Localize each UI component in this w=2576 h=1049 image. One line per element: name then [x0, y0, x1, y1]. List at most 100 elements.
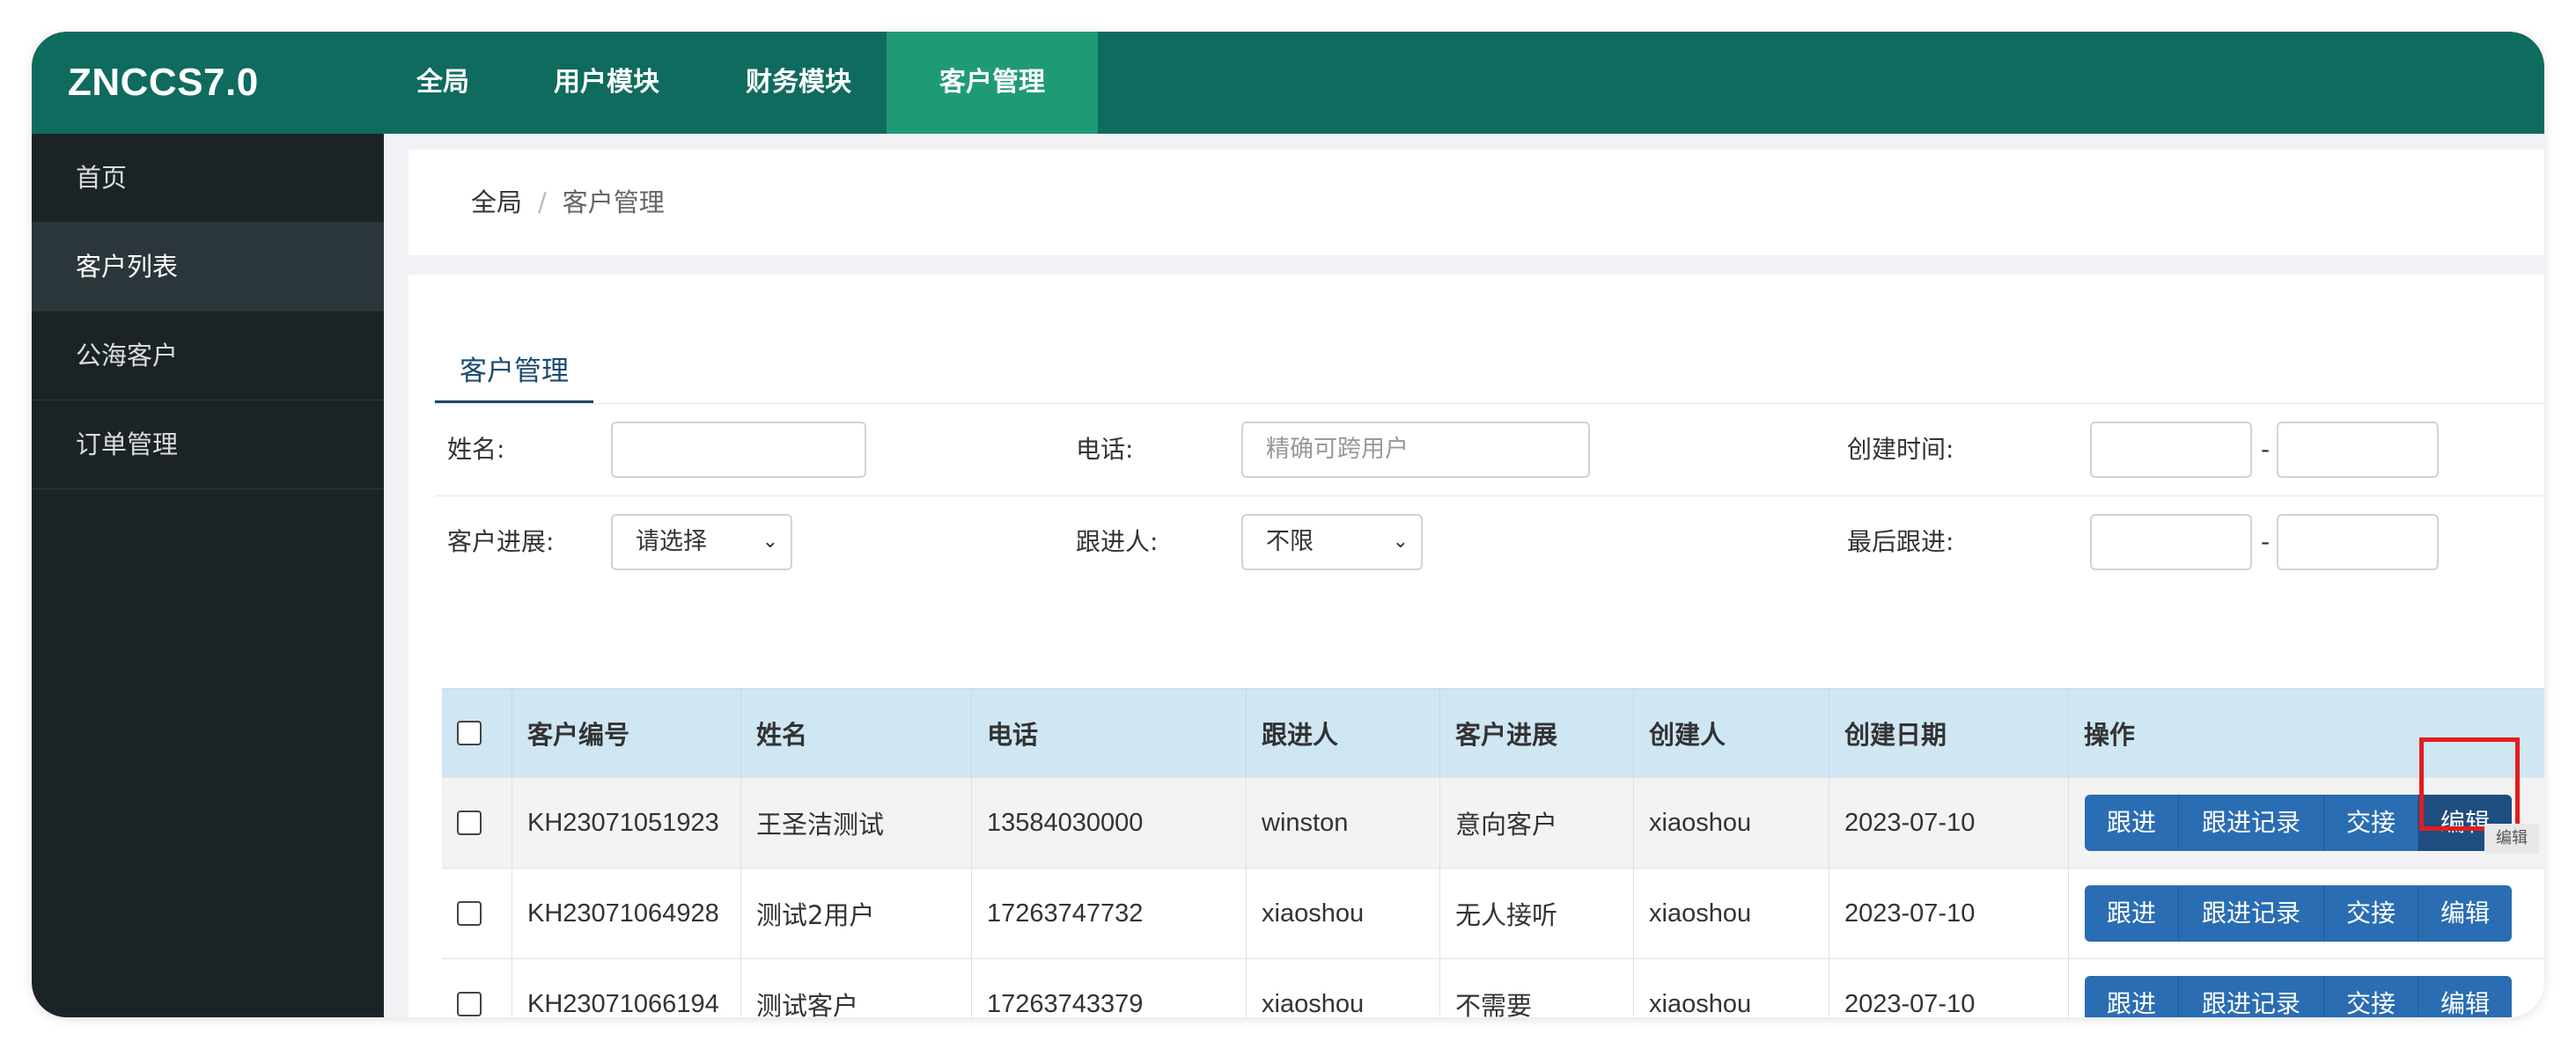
progress-label: 客户进展: — [447, 527, 555, 556]
topnav-user-module[interactable]: 用户模块 — [503, 32, 710, 134]
main-panel: 客户管理 姓名: 电话: 精确可跨用户 创建时间: - 客户进展: 请选择 ⌄ … — [408, 275, 2544, 1017]
app-window: ZNCCS7.0 全局 用户模块 财务模块 客户管理 首页 客户列表 公海客户 … — [32, 32, 2544, 1017]
cell-creator: xiaoshou — [1634, 778, 1829, 868]
cell-created-date: 2023-07-10 — [1829, 778, 2069, 868]
filter-row-1: 姓名: 电话: 精确可跨用户 创建时间: - — [435, 404, 2544, 496]
follow-up-button[interactable]: 跟进 — [2085, 976, 2179, 1017]
top-nav: 全局 用户模块 财务模块 客户管理 — [383, 32, 1098, 134]
edit-tooltip: 编辑 — [2484, 824, 2539, 854]
topnav-finance-module[interactable]: 财务模块 — [710, 32, 887, 134]
progress-select[interactable]: 请选择 ⌄ — [611, 514, 792, 570]
follower-select[interactable]: 不限 ⌄ — [1241, 514, 1423, 570]
table-row: KH23071051923 王圣洁测试 13584030000 winston … — [442, 778, 2544, 869]
cell-name: 王圣洁测试 — [741, 778, 972, 868]
handover-button[interactable]: 交接 — [2324, 885, 2418, 942]
cell-progress: 意向客户 — [1440, 778, 1634, 868]
handover-button[interactable]: 交接 — [2324, 795, 2418, 851]
cell-follower: winston — [1247, 778, 1440, 868]
header-phone: 电话 — [972, 689, 1247, 777]
created-end-input[interactable] — [2277, 422, 2439, 478]
top-header: ZNCCS7.0 全局 用户模块 财务模块 客户管理 — [32, 32, 2544, 134]
tab-customer-management[interactable]: 客户管理 — [435, 354, 593, 403]
header-name: 姓名 — [741, 689, 972, 777]
cell-customer-id: KH23071051923 — [512, 778, 741, 868]
action-button-group: 跟进 跟进记录 交接 编辑 — [2085, 976, 2512, 1017]
breadcrumb: 全局 / 客户管理 — [471, 150, 665, 255]
topnav-global[interactable]: 全局 — [383, 32, 503, 134]
edit-highlight-box — [2419, 737, 2520, 831]
follow-records-button[interactable]: 跟进记录 — [2179, 976, 2324, 1017]
follow-records-button[interactable]: 跟进记录 — [2179, 795, 2324, 851]
cell-actions: 跟进 跟进记录 交接 编辑 — [2069, 959, 2544, 1017]
cell-customer-id: KH23071066194 — [512, 959, 741, 1017]
filter-row-2: 客户进展: 请选择 ⌄ 跟进人: 不限 ⌄ 最后跟进: - — [435, 496, 2544, 588]
name-input[interactable] — [611, 422, 866, 478]
cell-phone: 13584030000 — [972, 778, 1247, 868]
action-button-group: 跟进 跟进记录 交接 编辑 — [2085, 885, 2512, 942]
topnav-customer-management[interactable]: 客户管理 — [887, 32, 1098, 134]
brand-logo: ZNCCS7.0 — [68, 61, 259, 104]
last-follow-start-input[interactable] — [2090, 514, 2252, 570]
last-follow-range-dash: - — [2261, 527, 2271, 556]
follow-records-button[interactable]: 跟进记录 — [2179, 885, 2324, 942]
cell-creator: xiaoshou — [1634, 959, 1829, 1017]
sidebar-item-public-customers[interactable]: 公海客户 — [32, 312, 384, 400]
created-time-label: 创建时间: — [1847, 435, 1954, 464]
phone-label: 电话: — [1076, 435, 1134, 464]
created-range-dash: - — [2261, 435, 2271, 464]
cell-follower: xiaoshou — [1247, 959, 1440, 1017]
breadcrumb-current: 客户管理 — [562, 187, 665, 217]
cell-phone: 17263743379 — [972, 959, 1247, 1017]
row-select-cell — [442, 869, 512, 958]
tab-bar: 客户管理 — [435, 354, 2544, 404]
edit-button[interactable]: 编辑 — [2418, 976, 2512, 1017]
follower-select-value: 不限 — [1266, 528, 1314, 555]
table-row: KH23071064928 测试2用户 17263747732 xiaoshou… — [442, 869, 2544, 959]
row-select-cell — [442, 959, 512, 1017]
header-progress: 客户进展 — [1440, 689, 1634, 777]
header-created-date: 创建日期 — [1829, 689, 2069, 777]
row-checkbox[interactable] — [457, 901, 482, 926]
follower-label: 跟进人: — [1076, 527, 1159, 556]
row-select-cell — [442, 778, 512, 868]
cell-name: 测试客户 — [741, 959, 972, 1017]
cell-name: 测试2用户 — [741, 869, 972, 958]
table-row: KH23071066194 测试客户 17263743379 xiaoshou … — [442, 959, 2544, 1017]
edit-button[interactable]: 编辑 — [2418, 885, 2512, 942]
chevron-down-icon: ⌄ — [1392, 531, 1409, 553]
chevron-down-icon: ⌄ — [762, 531, 778, 553]
cell-actions: 跟进 跟进记录 交接 编辑 — [2069, 869, 2544, 958]
cell-created-date: 2023-07-10 — [1829, 869, 2069, 958]
breadcrumb-separator: / — [538, 187, 547, 217]
follow-up-button[interactable]: 跟进 — [2085, 885, 2179, 942]
follow-up-button[interactable]: 跟进 — [2085, 795, 2179, 851]
cell-follower: xiaoshou — [1247, 869, 1440, 958]
row-checkbox[interactable] — [457, 992, 482, 1016]
row-checkbox[interactable] — [457, 811, 482, 835]
cell-progress: 无人接听 — [1440, 869, 1634, 958]
table-header-row: 客户编号 姓名 电话 跟进人 客户进展 创建人 创建日期 操作 — [442, 688, 2544, 778]
created-start-input[interactable] — [2090, 422, 2252, 478]
sidebar-item-home[interactable]: 首页 — [32, 134, 384, 223]
header-follower: 跟进人 — [1247, 689, 1440, 777]
breadcrumb-card: 全局 / 客户管理 — [408, 150, 2544, 255]
select-all-checkbox[interactable] — [457, 721, 482, 745]
name-label: 姓名: — [447, 435, 505, 464]
progress-select-value: 请选择 — [636, 528, 707, 555]
breadcrumb-root[interactable]: 全局 — [471, 187, 522, 217]
cell-customer-id: KH23071064928 — [512, 869, 741, 958]
sidebar-item-orders[interactable]: 订单管理 — [32, 400, 384, 489]
sidebar-item-customer-list[interactable]: 客户列表 — [32, 223, 384, 312]
sidebar: 首页 客户列表 公海客户 订单管理 — [32, 134, 384, 1017]
header-customer-id: 客户编号 — [512, 689, 741, 777]
cell-creator: xiaoshou — [1634, 869, 1829, 958]
handover-button[interactable]: 交接 — [2324, 976, 2418, 1017]
header-creator: 创建人 — [1634, 689, 1829, 777]
cell-phone: 17263747732 — [972, 869, 1247, 958]
customer-table: 客户编号 姓名 电话 跟进人 客户进展 创建人 创建日期 操作 KH230710… — [442, 688, 2544, 1017]
last-follow-end-input[interactable] — [2277, 514, 2439, 570]
phone-input[interactable]: 精确可跨用户 — [1241, 422, 1590, 478]
cell-created-date: 2023-07-10 — [1829, 959, 2069, 1017]
select-all-cell — [442, 689, 512, 777]
last-follow-label: 最后跟进: — [1847, 527, 1954, 556]
